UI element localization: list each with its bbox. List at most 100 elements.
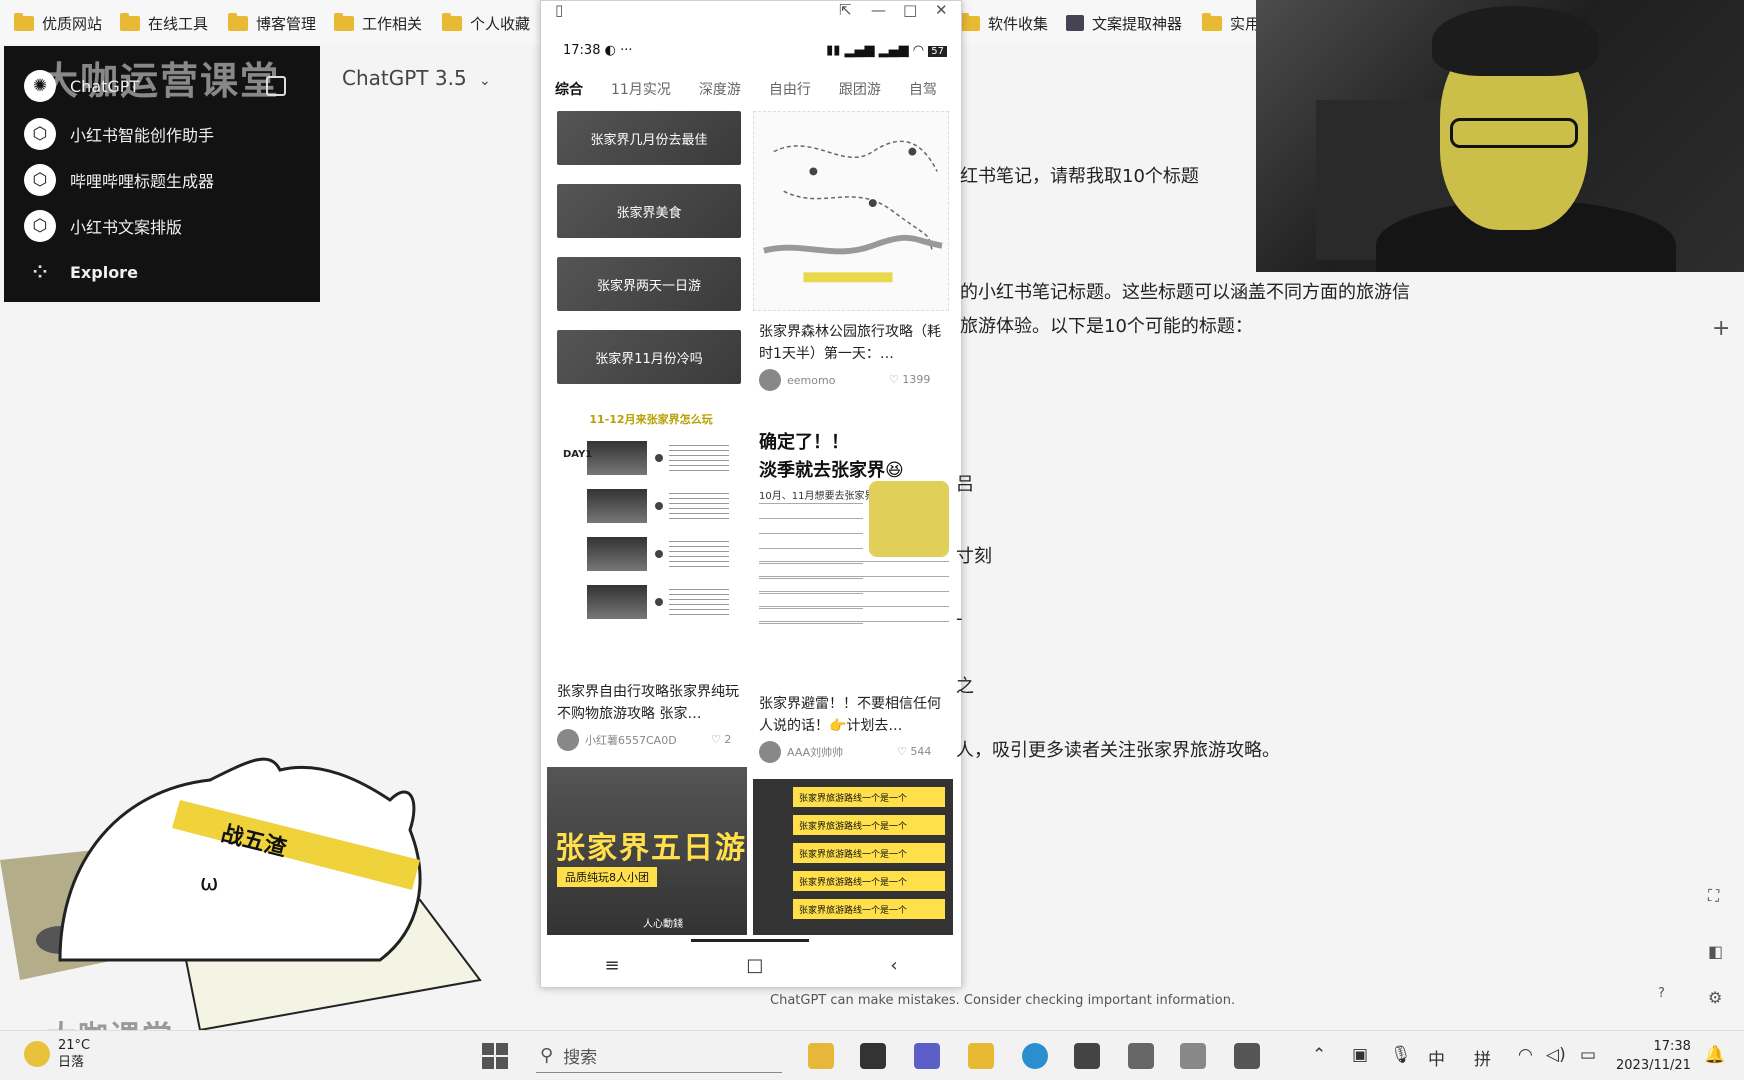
dog-photo <box>869 481 949 557</box>
route-strip: 张家界旅游路线一个是一个 <box>793 843 945 863</box>
phone-mirror-icon[interactable] <box>1234 1043 1260 1069</box>
cat-keyboard-overlay: 战五渣 ω <box>0 757 482 1032</box>
file-explorer-icon[interactable] <box>968 1043 994 1069</box>
app-icon[interactable] <box>860 1043 886 1069</box>
start-icon[interactable] <box>482 1043 508 1069</box>
teams-icon[interactable] <box>914 1043 940 1069</box>
like-value: 2 <box>724 733 732 746</box>
route-list-thumbnail[interactable]: 张家界旅游路线一个是一个 张家界旅游路线一个是一个 张家界旅游路线一个是一个 张… <box>753 779 953 935</box>
route-map-image[interactable] <box>753 111 949 311</box>
cat-face: ω <box>200 871 218 896</box>
battery-icon[interactable]: ▭ <box>1580 1045 1596 1065</box>
like-count[interactable]: ♡ 1399 <box>889 373 930 386</box>
menu-icon[interactable]: ≡ <box>604 955 619 976</box>
status-time: 17:38 <box>563 43 601 58</box>
search-chip[interactable]: 张家界11月份冷吗 <box>557 330 741 384</box>
itinerary-row <box>553 485 749 527</box>
pin-icon[interactable]: ⇱ <box>839 1 852 19</box>
microphone-icon[interactable]: 🎙 <box>1390 1045 1412 1065</box>
panel-icon[interactable]: ◧ <box>1708 942 1723 961</box>
app-icon[interactable] <box>808 1043 834 1069</box>
close-icon[interactable]: ✕ <box>935 1 948 19</box>
avatar <box>759 369 781 391</box>
tab-november[interactable]: 11月实况 <box>597 79 685 99</box>
notepad-icon[interactable] <box>1128 1043 1154 1069</box>
note-title[interactable]: 张家界避雷！！不要相信任何人说的话！👉计划去… <box>759 693 949 737</box>
bookmark-folder[interactable]: 软件收集 <box>960 12 1048 34</box>
bookmark-folder[interactable]: 在线工具 <box>120 12 208 34</box>
search-placeholder: 搜索 <box>563 1048 598 1068</box>
edge-icon[interactable] <box>1022 1043 1048 1069</box>
search-chip[interactable]: 张家界几月份去最佳 <box>557 111 741 165</box>
avatar <box>759 741 781 763</box>
sidebar-item-gpt[interactable]: ⬡ 哔哩哔哩标题生成器 <box>24 160 214 200</box>
tab-independent[interactable]: 自由行 <box>755 79 825 99</box>
chevron-up-icon[interactable]: ⌃ <box>1312 1045 1326 1065</box>
tour-thumbnail[interactable]: 张家界五日游 品质纯玩8人小团 人心動錢 <box>547 767 747 935</box>
note-author[interactable]: eemomo <box>759 369 835 391</box>
ime-pinyin[interactable]: 拼 <box>1474 1045 1491 1070</box>
system-clock[interactable]: 17:38 2023/11/21 <box>1616 1037 1691 1075</box>
search-chip[interactable]: 张家界两天一日游 <box>557 257 741 311</box>
disclaimer: ChatGPT can make mistakes. Consider chec… <box>770 993 1236 1008</box>
ime-mode[interactable]: 中 <box>1428 1045 1445 1070</box>
help-icon[interactable]: ? <box>1658 986 1665 1001</box>
openai-logo-icon: ✺ <box>24 70 56 102</box>
note-title[interactable]: 张家界自由行攻略张家界纯玩不购物旅游攻略 张家… <box>557 681 743 725</box>
sidebar-item-gpt[interactable]: ⬡ 小红书文案排版 <box>24 206 182 246</box>
chevron-down-icon: ⌄ <box>479 73 491 89</box>
tab-all[interactable]: 综合 <box>541 79 597 99</box>
tray-app-icon[interactable]: ▣ <box>1352 1045 1368 1065</box>
plus-icon[interactable]: + <box>1712 316 1730 341</box>
note-author[interactable]: AAA刘帅帅 <box>759 741 843 763</box>
sidebar-item-explore[interactable]: ⁘ Explore <box>24 252 138 292</box>
back-icon[interactable]: ‹ <box>890 955 897 976</box>
model-selector[interactable]: ChatGPT 3.5 ⌄ <box>342 66 491 90</box>
bookmark-folder[interactable]: 实用 <box>1202 12 1260 34</box>
thumbnail-tag: 品质纯玩8人小团 <box>557 867 657 887</box>
home-icon[interactable]: □ <box>746 955 763 976</box>
weather-condition: 日落 <box>58 1055 85 1070</box>
phone-mirror-window: ▯ ⇱ — □ ✕ 17:38 ◐ ··· ▮▮ ▂▄▆ ▂▄▆ ◠ 57 综合… <box>540 0 962 988</box>
like-count[interactable]: ♡ 544 <box>897 745 931 758</box>
search-chip[interactable]: 张家界美食 <box>557 184 741 238</box>
tab-deep-travel[interactable]: 深度游 <box>685 79 755 99</box>
sidebar-item-gpt[interactable]: ⬡ 小红书智能创作助手 <box>24 114 214 154</box>
tab-self-drive[interactable]: 自驾 <box>895 79 951 99</box>
bookmark-folder[interactable]: 博客管理 <box>228 12 316 34</box>
bookmark-folder[interactable]: 优质网站 <box>14 12 102 34</box>
bookmark-label: 工作相关 <box>362 14 423 33</box>
minimize-icon[interactable]: — <box>871 1 886 19</box>
tab-more[interactable]: 亲 <box>951 79 961 99</box>
volume-icon[interactable]: ◁) <box>1546 1045 1566 1065</box>
bookmark-app[interactable]: 文案提取神器 <box>1066 12 1182 34</box>
weather-widget[interactable]: 21°C 日落 <box>58 1037 90 1071</box>
bookmark-folder[interactable]: 工作相关 <box>334 12 422 34</box>
app-icon[interactable] <box>1180 1043 1206 1069</box>
app-icon <box>1066 15 1084 31</box>
note-headline[interactable]: 确定了！！ 淡季就去张家界😆 <box>759 429 904 485</box>
sidebar-item-label: Explore <box>70 262 138 282</box>
photo <box>587 441 647 475</box>
author-name: eemomo <box>787 373 836 387</box>
thumbnail-footer: 人心動錢 <box>643 919 683 930</box>
bookmark-folder[interactable]: 个人收藏 <box>442 12 530 34</box>
bookmark-label: 软件收集 <box>988 14 1049 33</box>
app-icon[interactable] <box>1074 1043 1100 1069</box>
tab-group-tour[interactable]: 跟团游 <box>825 79 895 99</box>
route-strip: 张家界旅游路线一个是一个 <box>793 815 945 835</box>
new-chat-icon[interactable] <box>266 76 286 96</box>
glasses <box>1450 118 1578 148</box>
note-title[interactable]: 张家界森林公园旅行攻略（耗时1天半）第一天：… <box>759 321 949 365</box>
chat-fragment: 之 <box>956 676 974 697</box>
sidebar-item-chatgpt[interactable]: ✺ ChatGPT <box>24 66 139 106</box>
taskbar-search[interactable]: ⚲ 搜索 <box>536 1039 782 1073</box>
dot-icon <box>655 454 663 462</box>
screenshot-icon[interactable]: ⛶ <box>1708 886 1719 906</box>
gear-icon[interactable]: ⚙ <box>1708 988 1722 1007</box>
maximize-icon[interactable]: □ <box>903 1 917 19</box>
like-count[interactable]: ♡ 2 <box>711 733 731 746</box>
wifi-icon[interactable]: ◠ <box>1518 1045 1533 1065</box>
note-author[interactable]: 小红薯6557CA0D <box>557 729 677 751</box>
notification-icon[interactable]: 🔔 <box>1704 1045 1725 1065</box>
